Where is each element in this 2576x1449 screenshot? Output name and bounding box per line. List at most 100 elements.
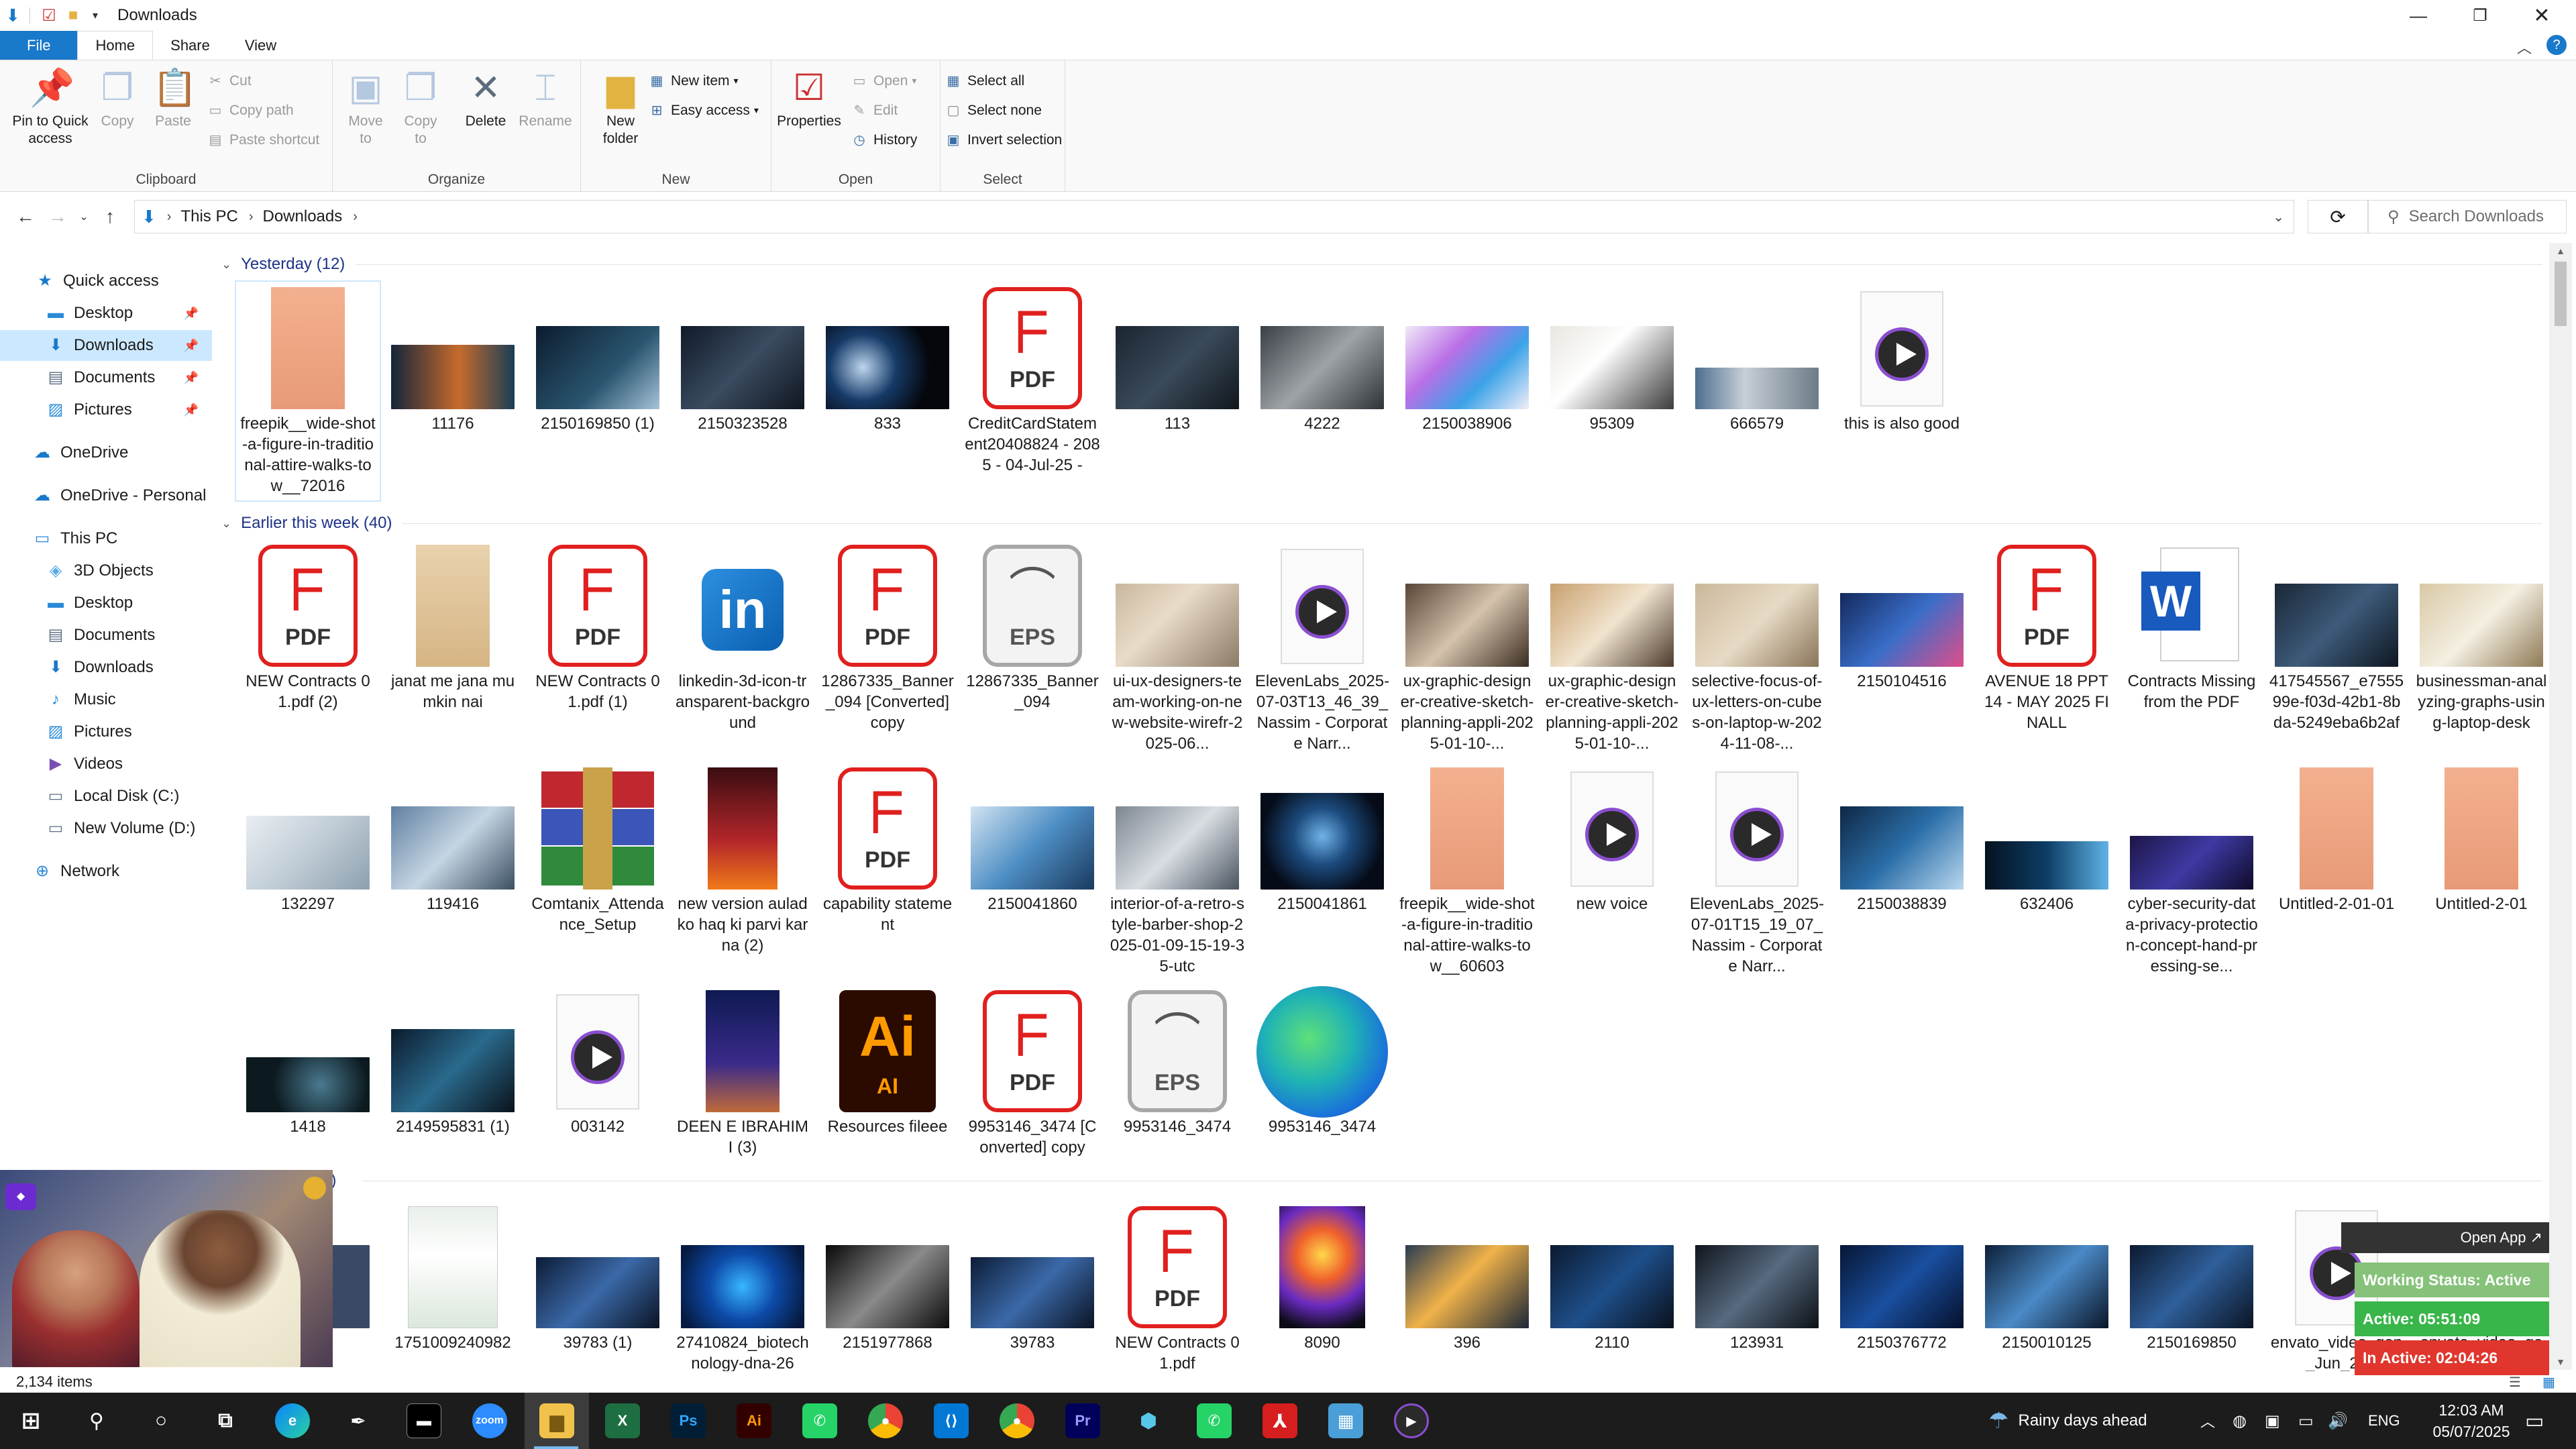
- delete-button[interactable]: ✕ Delete: [459, 67, 513, 130]
- file-item[interactable]: ⌒ EPS 9953146_3474: [1106, 985, 1249, 1186]
- nav-onedrive[interactable]: ☁ OneDrive: [0, 437, 212, 468]
- close-button[interactable]: ✕: [2513, 0, 2571, 31]
- file-item[interactable]: 2150041861: [1250, 762, 1394, 977]
- maximize-button[interactable]: ❐: [2451, 0, 2509, 31]
- file-item[interactable]: 417545567_e755599e-f03d-42b1-8bda-5249eb…: [2265, 539, 2408, 754]
- file-item[interactable]: 2150376772: [1830, 1201, 1974, 1375]
- scroll-up-arrow-icon[interactable]: ▲: [2549, 246, 2572, 256]
- file-item[interactable]: new voice: [1540, 762, 1684, 977]
- copy-path-button[interactable]: ▭ Copy path: [207, 102, 294, 119]
- select-none-button[interactable]: ▢ Select none: [945, 102, 1042, 119]
- address-bar[interactable]: ⬇ › This PC › Downloads › ⌄: [134, 200, 2294, 233]
- file-item[interactable]: ElevenLabs_2025-07-01T15_19_07_Nassim - …: [1685, 762, 1829, 977]
- copy-to-button[interactable]: ❐ Copy to: [397, 67, 444, 148]
- tab-home[interactable]: Home: [77, 31, 154, 60]
- file-item[interactable]: freepik__wide-shot-a-figure-in-tradition…: [1395, 762, 1539, 977]
- file-item[interactable]: Comtanix_Attendance_Setup: [526, 762, 669, 977]
- terminal-icon[interactable]: ▬: [407, 1403, 441, 1438]
- premiere-icon[interactable]: Pr: [1065, 1403, 1100, 1438]
- phone-app-icon[interactable]: ✆: [802, 1403, 837, 1438]
- help-icon[interactable]: ?: [2546, 35, 2567, 55]
- history-button[interactable]: ◷ History: [851, 131, 917, 148]
- file-item[interactable]: W Contracts Missing from the PDF: [2120, 539, 2263, 754]
- scroll-down-arrow-icon[interactable]: ▼: [2549, 1356, 2572, 1367]
- open-button[interactable]: ▭ Open ▾: [851, 72, 917, 89]
- clock[interactable]: 12:03 AM 05/07/2025: [2426, 1399, 2517, 1442]
- file-item[interactable]: selective-focus-of-ux-letters-on-cubes-o…: [1685, 539, 1829, 754]
- file-item[interactable]: 2150323528: [671, 282, 814, 483]
- tab-file[interactable]: File: [0, 31, 78, 60]
- file-item[interactable]: 2149595831 (1): [381, 985, 525, 1186]
- file-item[interactable]: ᖴ PDF AVENUE 18 PPT 14 - MAY 2025 FINALL: [1975, 539, 2118, 754]
- file-item[interactable]: 2151977868: [816, 1201, 959, 1375]
- file-item[interactable]: ᖴ PDF NEW Contracts 01.pdf: [1106, 1201, 1249, 1375]
- file-item[interactable]: ux-graphic-designer-creative-sketch-plan…: [1540, 539, 1684, 754]
- open-app-button[interactable]: Open App ↗: [2341, 1222, 2549, 1253]
- acrobat-icon[interactable]: ⅄: [1263, 1403, 1297, 1438]
- notifications-icon[interactable]: ▭: [2525, 1393, 2544, 1449]
- file-item[interactable]: interior-of-a-retro-style-barber-shop-20…: [1106, 762, 1249, 977]
- nav-onedrive-personal[interactable]: ☁ OneDrive - Personal: [0, 480, 212, 511]
- chrome-icon[interactable]: ●: [1000, 1403, 1034, 1438]
- tab-share[interactable]: Share: [153, 31, 227, 60]
- file-item[interactable]: 2150010125: [1975, 1201, 2118, 1375]
- properties-button[interactable]: ☑ Properties: [775, 67, 843, 130]
- nav-qa-pictures[interactable]: ▨ Pictures 📌: [0, 394, 212, 425]
- nav-documents[interactable]: ▤ Documents: [0, 620, 212, 651]
- paste-button[interactable]: 📋 Paste: [149, 67, 197, 130]
- network-tray-icon[interactable]: ◍: [2233, 1393, 2247, 1449]
- file-item[interactable]: 39783: [961, 1201, 1104, 1375]
- file-item[interactable]: 632406: [1975, 762, 2118, 977]
- nav-qa-desktop[interactable]: ▬ Desktop 📌: [0, 298, 212, 329]
- file-item[interactable]: 27410824_biotechnology-dna-26: [671, 1201, 814, 1375]
- group-header-earlier-this-week[interactable]: ⌄ Earlier this week (40): [221, 510, 392, 537]
- group-header-yesterday[interactable]: ⌄ Yesterday (12): [221, 251, 345, 278]
- tab-view[interactable]: View: [227, 31, 294, 60]
- file-item[interactable]: ui-ux-designers-team-working-on-new-webs…: [1106, 539, 1249, 754]
- file-item[interactable]: 1751009240982: [381, 1201, 525, 1375]
- file-item[interactable]: 123931: [1685, 1201, 1829, 1375]
- nav-pictures[interactable]: ▨ Pictures: [0, 716, 212, 747]
- file-item[interactable]: 2110: [1540, 1201, 1684, 1375]
- up-button[interactable]: ↑: [94, 206, 126, 227]
- file-item[interactable]: 95309: [1540, 282, 1684, 483]
- rename-button[interactable]: ⌶ Rename: [515, 67, 576, 130]
- nav-music[interactable]: ♪ Music: [0, 684, 212, 715]
- zoom-icon[interactable]: zoom: [472, 1403, 507, 1438]
- breadcrumb-this-pc[interactable]: This PC: [180, 207, 237, 226]
- show-hidden-icons[interactable]: ︿: [2200, 1393, 2215, 1449]
- file-item[interactable]: Untitled-2-01-01: [2265, 762, 2408, 977]
- file-item[interactable]: 39783 (1): [526, 1201, 669, 1375]
- task-view-icon[interactable]: ⧉: [208, 1403, 243, 1438]
- nav-local-disk-c[interactable]: ▭ Local Disk (C:): [0, 781, 212, 812]
- select-all-button[interactable]: ▦ Select all: [945, 72, 1025, 89]
- cortana-circle-icon[interactable]: ○: [144, 1403, 178, 1438]
- copy-button[interactable]: ❐ Copy: [94, 67, 141, 130]
- move-to-button[interactable]: ▣ Move to: [342, 67, 389, 148]
- nav-3d-objects[interactable]: ◈ 3D Objects: [0, 555, 212, 586]
- file-item[interactable]: ᖴ PDF 12867335_Banner_094 [Converted] cop…: [816, 539, 959, 754]
- vertical-scrollbar[interactable]: ▲ ▼: [2549, 243, 2572, 1370]
- vpn-icon[interactable]: ⬢: [1131, 1403, 1166, 1438]
- file-item[interactable]: new version aulad ko haq ki parvi karna …: [671, 762, 814, 977]
- file-item[interactable]: 003142: [526, 985, 669, 1186]
- calculator-icon[interactable]: ▦: [1328, 1403, 1363, 1438]
- file-item[interactable]: 2150041860: [961, 762, 1104, 977]
- excel-icon[interactable]: X: [605, 1403, 640, 1438]
- back-button[interactable]: ←: [9, 206, 42, 227]
- edit-button[interactable]: ✎ Edit: [851, 102, 898, 119]
- file-item[interactable]: Ai AI Resources fileee: [816, 985, 959, 1186]
- search-input[interactable]: ⚲ Search Downloads: [2368, 200, 2567, 233]
- invert-selection-button[interactable]: ▣ Invert selection: [945, 131, 1063, 148]
- file-item[interactable]: DEEN E IBRAHIMI (3): [671, 985, 814, 1186]
- file-item[interactable]: janat me jana mumkin nai: [381, 539, 525, 754]
- media-player-icon[interactable]: ▶: [1394, 1403, 1429, 1438]
- easy-access-button[interactable]: ⊞ Easy access ▾: [648, 102, 759, 119]
- file-item[interactable]: 833: [816, 282, 959, 483]
- address-dropdown-icon[interactable]: ⌄: [2273, 209, 2284, 225]
- start-windows-icon[interactable]: ⊞: [13, 1403, 48, 1438]
- file-item[interactable]: 2150104516: [1830, 539, 1974, 754]
- pen-tool-icon[interactable]: ✒: [341, 1403, 376, 1438]
- file-item[interactable]: 2150169850 (1): [526, 282, 669, 483]
- edge-taskbar-icon[interactable]: e: [275, 1403, 310, 1438]
